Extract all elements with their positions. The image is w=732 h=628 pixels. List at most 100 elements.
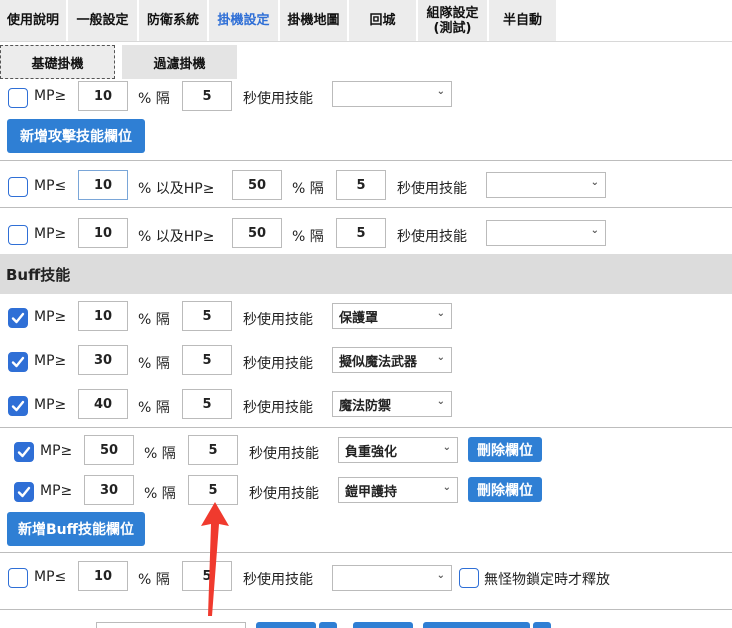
- skill-select[interactable]: 魔法防禦 ⌄: [332, 391, 452, 417]
- sec-use-skill-label: 秒使用技能: [243, 400, 313, 416]
- pct-interval-label: % 隔: [138, 91, 170, 107]
- interval-input[interactable]: 5: [182, 389, 232, 419]
- mp-threshold-input[interactable]: 10: [78, 218, 128, 248]
- checkmark-icon: [11, 400, 25, 412]
- tab-general[interactable]: 一般設定: [68, 0, 138, 41]
- mp-ge-label: MP≥: [34, 397, 67, 413]
- delete-row-button[interactable]: 刪除欄位: [468, 477, 542, 502]
- chevron-down-icon: ⌄: [436, 86, 445, 97]
- skill-select[interactable]: ⌄: [332, 81, 452, 107]
- skill-select-value: 保護罩: [339, 310, 379, 326]
- chevron-down-icon: ⌄: [436, 308, 445, 319]
- pct-interval-label: % 隔: [138, 400, 170, 416]
- chevron-down-icon: ⌄: [590, 225, 599, 236]
- mp-threshold-input[interactable]: 10: [78, 561, 128, 591]
- bottom-button[interactable]: [353, 622, 413, 628]
- mp-ge-label: MP≥: [40, 483, 73, 499]
- no-monster-lock-label: 無怪物鎖定時才釋放: [484, 572, 610, 588]
- sec-use-skill-label: 秒使用技能: [243, 312, 313, 328]
- interval-input[interactable]: 5: [182, 301, 232, 331]
- subtab-basic-afk[interactable]: 基礎掛機: [0, 45, 115, 79]
- mp-threshold-input[interactable]: 30: [78, 345, 128, 375]
- buff-checkbox[interactable]: [14, 482, 34, 502]
- divider: [0, 609, 732, 610]
- skill-select[interactable]: ⌄: [486, 172, 606, 198]
- annotation-arrow-icon: [201, 502, 229, 616]
- pct-interval-label: % 隔: [292, 229, 324, 245]
- attack-skill-checkbox[interactable]: [8, 88, 28, 108]
- mp-threshold-input[interactable]: 10: [78, 301, 128, 331]
- interval-input[interactable]: 5: [182, 81, 232, 111]
- mp-ge-label: MP≥: [34, 309, 67, 325]
- interval-input[interactable]: 5: [336, 170, 386, 200]
- buff-checkbox[interactable]: [14, 442, 34, 462]
- skill-select-value: 魔法防禦: [339, 398, 392, 414]
- skill-select[interactable]: 負重強化 ⌄: [338, 437, 458, 463]
- bottom-button[interactable]: [423, 622, 530, 628]
- mp-threshold-input[interactable]: 50: [84, 435, 134, 465]
- tab-afk-settings[interactable]: 掛機設定: [209, 0, 279, 41]
- mp-threshold-input[interactable]: 10: [78, 81, 128, 111]
- add-buff-skill-button[interactable]: 新增Buff技能欄位: [7, 512, 145, 546]
- attack-skill-row: MP≥ 10 % 隔 5 秒使用技能 ⌄: [0, 80, 732, 120]
- no-monster-lock-checkbox[interactable]: [459, 568, 479, 588]
- pct-interval-label: % 隔: [138, 312, 170, 328]
- sec-use-skill-label: 秒使用技能: [397, 229, 467, 245]
- tab-party[interactable]: 組隊設定 (測試): [418, 0, 488, 41]
- attack-hp-checkbox[interactable]: [8, 225, 28, 245]
- skill-select[interactable]: 鎧甲護持 ⌄: [338, 477, 458, 503]
- sec-use-skill-label: 秒使用技能: [249, 486, 319, 502]
- skill-select[interactable]: ⌄: [486, 220, 606, 246]
- divider: [0, 160, 732, 161]
- pct-and-hp-label: % 以及HP≥: [138, 181, 215, 197]
- interval-input[interactable]: 5: [336, 218, 386, 248]
- tab-usage[interactable]: 使用說明: [0, 0, 67, 41]
- bottom-button[interactable]: [256, 622, 316, 628]
- skill-select[interactable]: ⌄: [332, 565, 452, 591]
- hp-threshold-input[interactable]: 50: [232, 170, 282, 200]
- pct-interval-label: % 隔: [144, 486, 176, 502]
- mp-ge-label: MP≥: [40, 443, 73, 459]
- sec-use-skill-label: 秒使用技能: [397, 181, 467, 197]
- buff-row: MP≥ 30 % 隔 5 秒使用技能 擬似魔法武器 ⌄: [0, 342, 732, 382]
- chevron-down-icon: ⌄: [436, 570, 445, 581]
- divider: [0, 427, 732, 428]
- misc-skill-checkbox[interactable]: [8, 568, 28, 588]
- divider: [0, 207, 732, 208]
- pct-interval-label: % 隔: [292, 181, 324, 197]
- subtab-filter-afk[interactable]: 過濾掛機: [122, 45, 237, 79]
- checkmark-icon: [11, 356, 25, 368]
- interval-input[interactable]: 5: [182, 345, 232, 375]
- checkmark-icon: [11, 312, 25, 324]
- mp-le-label: MP≤: [34, 569, 67, 585]
- buff-checkbox[interactable]: [8, 396, 28, 416]
- checkmark-icon: [17, 446, 31, 458]
- sec-use-skill-label: 秒使用技能: [249, 446, 319, 462]
- bottom-input[interactable]: [96, 622, 246, 628]
- attack-hp-checkbox[interactable]: [8, 177, 28, 197]
- bottom-button[interactable]: [533, 622, 551, 628]
- interval-input[interactable]: 5: [188, 435, 238, 465]
- sec-use-skill-label: 秒使用技能: [243, 91, 313, 107]
- attack-hp-row: MP≤ 10 % 以及HP≥ 50 % 隔 5 秒使用技能 ⌄: [0, 166, 732, 206]
- mp-threshold-input[interactable]: 30: [84, 475, 134, 505]
- chevron-down-icon: ⌄: [436, 352, 445, 363]
- main-tab-bar: 使用說明 一般設定 防衛系統 掛機設定 掛機地圖 回城 組隊設定 (測試) 半自…: [0, 0, 732, 42]
- skill-select[interactable]: 保護罩 ⌄: [332, 303, 452, 329]
- bottom-button[interactable]: [319, 622, 337, 628]
- buff-checkbox[interactable]: [8, 308, 28, 328]
- chevron-down-icon: ⌄: [442, 442, 451, 453]
- misc-skill-row: MP≤ 10 % 隔 5 秒使用技能 ⌄ 無怪物鎖定時才釋放: [0, 558, 732, 598]
- tab-semi-auto[interactable]: 半自動: [489, 0, 557, 41]
- tab-defense[interactable]: 防衛系統: [139, 0, 208, 41]
- add-attack-skill-button[interactable]: 新增攻擊技能欄位: [7, 119, 145, 153]
- buff-checkbox[interactable]: [8, 352, 28, 372]
- buff-row: MP≥ 40 % 隔 5 秒使用技能 魔法防禦 ⌄: [0, 386, 732, 426]
- mp-threshold-input[interactable]: 40: [78, 389, 128, 419]
- hp-threshold-input[interactable]: 50: [232, 218, 282, 248]
- delete-row-button[interactable]: 刪除欄位: [468, 437, 542, 462]
- tab-return-town[interactable]: 回城: [349, 0, 417, 41]
- skill-select[interactable]: 擬似魔法武器 ⌄: [332, 347, 452, 373]
- tab-afk-map[interactable]: 掛機地圖: [280, 0, 348, 41]
- mp-threshold-input[interactable]: 10: [78, 170, 128, 200]
